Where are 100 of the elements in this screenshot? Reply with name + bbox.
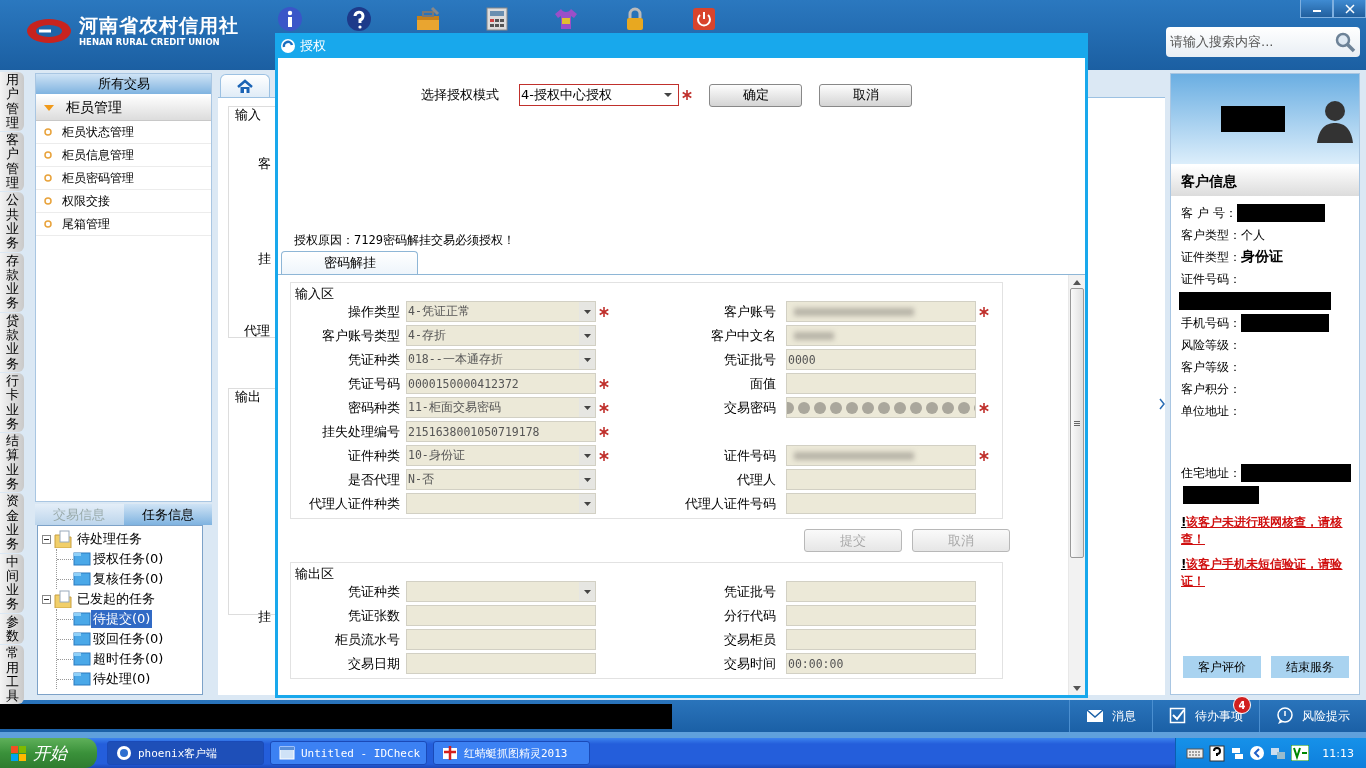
calculator-icon[interactable] [484,6,510,32]
minimize-button[interactable] [1300,0,1333,18]
windows-logo-icon [10,743,27,763]
warning-link[interactable]: !该客户手机未短信验证，请验证！ [1171,556,1359,590]
bullet-icon [44,174,52,182]
bullet-icon [44,151,52,159]
tree-node[interactable]: 已发起的任务 [75,590,157,608]
menu-item[interactable]: 尾箱管理 [36,213,211,236]
power-icon[interactable] [691,6,717,32]
caret-icon [583,589,591,594]
help-icon[interactable] [346,6,372,32]
field-label: 凭证张数 [347,606,401,625]
field-label: 凭证种类 [347,582,401,601]
chat-bubble-icon [1276,707,1294,725]
taskbar-button[interactable]: phoenix客户端 [107,741,264,765]
action-button[interactable]: 客户评价 [1183,656,1261,678]
tree-item[interactable]: 复核任务(0) [91,570,166,588]
panel-tab[interactable]: 任务信息 [123,504,212,525]
dialog-button[interactable]: 取消 [819,83,912,107]
search-field[interactable]: 请输入搜索内容... [1166,27,1360,57]
tree-item[interactable]: 待处理(0) [91,670,153,688]
nav-tab[interactable]: 中间业务 [0,553,24,613]
tree-node[interactable]: 待处理任务 [75,530,144,548]
group-header[interactable]: 柜员管理 [36,96,211,121]
text-field[interactable] [786,605,976,626]
nav-tab[interactable]: 结算业务 [0,433,24,493]
folder-icon [73,650,91,668]
text-field[interactable] [406,629,596,650]
field-label: 风险等级： [1181,336,1241,354]
field-label: 手机号码： [1181,314,1241,332]
nav-tab[interactable]: 参数 [0,613,24,645]
folder-icon [54,590,72,608]
toolbox-icon[interactable] [415,6,441,32]
nav-tab[interactable]: 公共业务 [0,192,24,252]
dialog-button[interactable]: 确定 [709,83,802,107]
taskbar-button[interactable]: 红蜻蜓抓图精灵2013 [433,741,590,765]
tree-item[interactable]: 授权任务(0) [91,550,166,568]
dropdown-field[interactable]: 018--一本通存折 [406,349,596,370]
field-label: 选择授权模式 [420,86,499,104]
nav-tab[interactable]: 存款业务 [0,252,24,312]
scrollbar[interactable] [1068,275,1085,695]
tree-item[interactable]: 驳回任务(0) [91,630,166,648]
field-label: 代理 [244,322,270,340]
shirt-icon[interactable] [553,6,579,32]
text-field[interactable] [786,629,976,650]
text-field[interactable] [786,373,976,394]
caret-icon [583,477,591,482]
text-field[interactable] [786,301,976,322]
nav-tab[interactable]: 行卡业务 [0,372,24,433]
status-item[interactable]: 消息 [1069,700,1152,732]
action-button[interactable]: 结束服务 [1271,656,1349,678]
field-label: 单位地址： [1181,402,1241,420]
dropdown-field[interactable]: 4-存折 [406,325,596,346]
text-field[interactable] [786,469,976,490]
text-field[interactable]: 0000150000412372 [406,373,596,394]
tree-item[interactable]: 待提交(0) [91,610,153,628]
dropdown-field[interactable]: 10-身份证 [406,445,596,466]
dropdown-field[interactable]: 4-凭证正常 [406,301,596,322]
menu-item[interactable]: 权限交接 [36,190,211,213]
field-label: 客户账号 [723,302,777,321]
info-icon[interactable] [277,6,303,32]
nav-tab[interactable]: 客户管理 [0,132,24,192]
text-field[interactable] [406,653,596,674]
section-title: 输出 [235,388,261,406]
help-icon [1209,744,1226,762]
warning-link[interactable]: !该客户未进行联网核查，请核查！ [1171,514,1359,548]
text-field[interactable] [406,605,596,626]
dropdown-field[interactable]: 11-柜面交易密码 [406,397,596,418]
taskbar-button[interactable]: Untitled - IDCheck [270,741,427,765]
computers-icon [1270,745,1287,761]
close-button[interactable] [1333,0,1366,18]
menu-item[interactable]: 柜员信息管理 [36,144,211,167]
globe-icon [116,745,132,761]
dropdown-field[interactable] [406,581,596,602]
start-button[interactable]: 开始 [0,738,97,768]
dropdown-field[interactable] [406,493,596,514]
menu-item[interactable]: 柜员密码管理 [36,167,211,190]
text-field[interactable] [786,581,976,602]
nav-tab[interactable]: 用户管理 [0,72,24,132]
form-tab[interactable]: 密码解挂 [281,251,418,274]
field-label: 操作类型 [347,302,401,321]
caret-icon [583,333,591,338]
text-field[interactable]: 0000 [786,349,976,370]
caret-icon [583,453,591,458]
menu-item[interactable]: 柜员状态管理 [36,121,211,144]
dropdown-field[interactable]: N-否 [406,469,596,490]
text-field[interactable] [786,493,976,514]
text-field[interactable]: 2151638001050719178 [406,421,596,442]
nav-tab[interactable]: 常用工具 [0,645,24,705]
text-field[interactable] [786,445,976,466]
text-field[interactable]: 00:00:00 [786,653,976,674]
field-label: 证件类型： [1181,248,1241,266]
tree-item[interactable]: 超时任务(0) [91,650,166,668]
status-item[interactable]: 风险提示 [1259,700,1366,732]
home-tab[interactable] [220,74,270,97]
nav-tab[interactable]: 资金业务 [0,493,24,553]
dropdown-field[interactable]: 4-授权中心授权 [519,84,679,106]
nav-tab[interactable]: 贷款业务 [0,312,24,372]
text-field[interactable] [786,325,976,346]
scroll-up-icon [1073,280,1081,285]
